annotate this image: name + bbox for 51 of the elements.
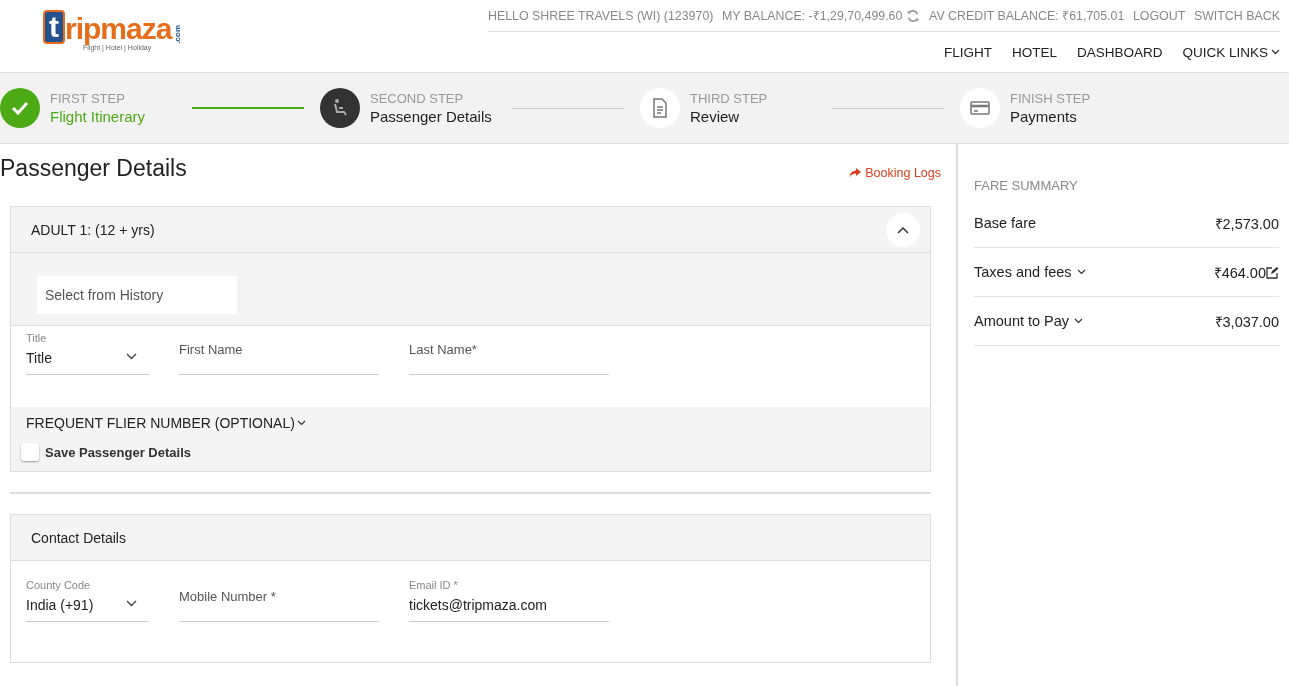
nav-link[interactable]: QUICK LINKS (1182, 44, 1280, 60)
greeting: HELLO SHREE TRAVELS (WI) (123970) (488, 8, 714, 23)
caret-icon (296, 420, 306, 426)
step-title: Passenger Details (370, 108, 492, 125)
booking-logs-link[interactable]: Booking Logs (849, 166, 941, 180)
input-field[interactable]: First Name (179, 332, 379, 375)
chevron-icon (897, 225, 909, 234)
caret-icon[interactable] (1271, 49, 1280, 55)
chevron-icon (126, 353, 137, 360)
step-caption: FIRST STEP (50, 91, 126, 106)
card-icon (960, 88, 1000, 128)
page-title: Passenger Details (0, 154, 187, 182)
checkbox[interactable] (21, 443, 39, 461)
chevron-icon (126, 600, 137, 607)
top-link[interactable]: LOGOUT (1132, 8, 1186, 23)
share-arrow-icon (849, 168, 862, 178)
fare-dropdown[interactable]: Taxes and fees (974, 264, 1086, 280)
fare-amount: ₹464.00 (1213, 264, 1266, 282)
fare-amount: ₹2,573.00 (1214, 215, 1279, 233)
nav-link[interactable]: DASHBOARD (1076, 44, 1163, 60)
step-caption: THIRD STEP (690, 91, 768, 106)
history-field[interactable]: Select from History (37, 276, 237, 314)
step-caption: FINISH STEP (1010, 91, 1091, 106)
nav-link[interactable]: FLIGHT (943, 44, 992, 60)
input-field[interactable]: Mobile Number * (179, 579, 379, 622)
document-icon (640, 88, 680, 128)
seat-icon (320, 88, 360, 128)
step-title: Payments (1010, 108, 1078, 125)
country-code-select[interactable]: County Code India (+91) (26, 579, 149, 622)
input-field[interactable]: Email ID * tickets@tripmaza.com (409, 579, 609, 622)
step-caption: SECOND STEP (370, 91, 465, 106)
step-title: Review (690, 108, 741, 125)
check-icon (0, 88, 40, 128)
fare-label: Base fare (974, 215, 1037, 231)
input-field[interactable]: Last Name* (409, 332, 609, 375)
step-title: Flight Itinerary (50, 108, 146, 125)
checkbox-label: Save Passenger Details (45, 444, 191, 460)
fare-amount: ₹3,037.00 (1214, 313, 1279, 331)
edit-icon[interactable] (1266, 265, 1279, 279)
fare-dropdown[interactable]: Amount to Pay (974, 313, 1084, 329)
title-select[interactable]: Title Title (26, 332, 149, 375)
section-heading: ADULT 1: (12 + yrs) (31, 221, 155, 238)
frequent-flier-toggle[interactable]: FREQUENT FLIER NUMBER (OPTIONAL) (26, 415, 920, 431)
section-heading: Contact Details (31, 529, 126, 546)
nav-link[interactable]: HOTEL (1011, 44, 1057, 60)
balance: MY BALANCE: -₹1,29,70,499.60 (722, 8, 903, 24)
credit-balance: AV CREDIT BALANCE: ₹61,705.01 (929, 8, 1125, 24)
fare-summary-title: FARE SUMMARY (974, 178, 1079, 193)
refresh-icon[interactable] (906, 8, 921, 23)
top-link[interactable]: SWITCH BACK (1193, 8, 1280, 23)
collapse-button[interactable] (886, 212, 920, 247)
